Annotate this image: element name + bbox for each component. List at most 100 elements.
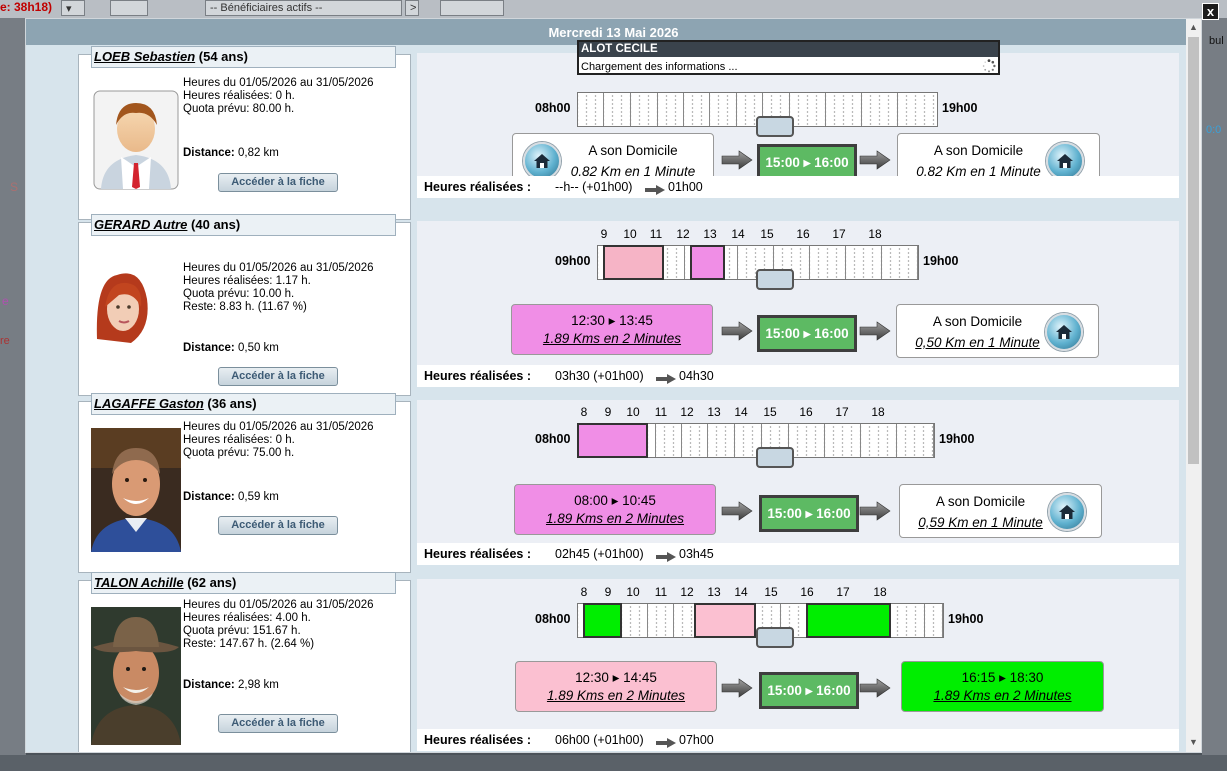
- before-appointment[interactable]: 12:30 ▸ 14:45 1.89 Kms en 2 Minutes: [515, 661, 717, 712]
- hour-label: 8: [580, 405, 588, 419]
- current-appointment[interactable]: 15:00 ▸ 16:00: [759, 672, 859, 709]
- beneficiary-hours-info: Heures du 01/05/2026 au 31/05/2026 Heures…: [183, 599, 374, 651]
- avatar-placeholder-icon: [91, 89, 181, 191]
- hour-label: 15: [760, 227, 774, 241]
- home-icon: [1046, 142, 1084, 180]
- timeline-slot: [862, 93, 898, 126]
- hour-label: 9: [604, 585, 612, 599]
- current-appointment[interactable]: 15:00 ▸ 16:00: [757, 315, 857, 352]
- timeline-drag-handle[interactable]: [756, 627, 794, 648]
- realized-hours-footer: Heures réalisées : --h-- (+01h00) 01h00: [417, 176, 1179, 198]
- timeline-drag-handle[interactable]: [756, 447, 794, 468]
- location-line1: 12:30 ▸ 13:45: [571, 313, 653, 328]
- location-line2[interactable]: 1.89 Kms en 2 Minutes: [515, 511, 715, 526]
- info-quota: Quota prévu: 10.00 h.: [183, 288, 295, 300]
- realized-hours-footer: Heures réalisées : 02h45 (+01h00) 03h45: [417, 543, 1179, 565]
- timeline-drag-handle[interactable]: [756, 269, 794, 290]
- planning-row: 09h00 19h00 9 10 11 12 13 14 15 16 17 18 12:30 ▸ 13:…: [417, 221, 1179, 387]
- distance-value: 0,50 km: [237, 342, 279, 354]
- beneficiary-title: TALON Achille (62 ans): [91, 572, 396, 594]
- realized-hours-result: 01h00: [668, 180, 703, 194]
- background-input-2[interactable]: [440, 0, 504, 16]
- planning-row: 08h00 19h00 8 9 10 11 12 13 14 15 16 17 18 08:00 ▸ 10…: [417, 400, 1179, 565]
- timeline-slot: [889, 604, 925, 637]
- hour-label: 12: [680, 585, 694, 599]
- location-line2[interactable]: 1.89 Kms en 2 Minutes: [902, 688, 1103, 703]
- realized-hours-footer: Heures réalisées : 06h00 (+01h00) 07h00: [417, 729, 1179, 751]
- timeline-slot: [578, 93, 604, 126]
- timeline-slot: [622, 604, 648, 637]
- hour-label: 13: [707, 405, 721, 419]
- hour-label: 10: [623, 227, 637, 241]
- arrow-right-icon: [859, 677, 891, 699]
- beneficiary-age: (36 ans): [207, 396, 257, 411]
- timeline-slot: [790, 93, 826, 126]
- beneficiary-distance: Distance: 0,59 km: [183, 491, 279, 503]
- info-realized: Heures réalisées: 0 h.: [183, 90, 295, 102]
- modal-scrollbar[interactable]: ▲ ▼: [1186, 19, 1201, 752]
- timeline-drag-handle[interactable]: [756, 116, 794, 137]
- scroll-up-icon[interactable]: ▲: [1186, 22, 1201, 34]
- beneficiary-filter-select[interactable]: -- Bénéficiaires actifs --: [205, 0, 402, 16]
- open-file-button[interactable]: Accéder à la fiche: [218, 173, 338, 192]
- before-appointment[interactable]: 08:00 ▸ 10:45 1.89 Kms en 2 Minutes: [514, 484, 716, 535]
- realized-hours-value: 02h45 (+01h00): [555, 547, 644, 561]
- after-home-location[interactable]: A son Domicile 0,50 Km en 1 Minute: [896, 304, 1099, 358]
- distance-label: Distance:: [183, 147, 235, 159]
- after-appointment[interactable]: 16:15 ▸ 18:30 1.89 Kms en 2 Minutes: [901, 661, 1104, 712]
- arrow-right-icon: [721, 500, 753, 522]
- timeline-slot: [682, 424, 708, 457]
- info-quota: Quota prévu: 75.00 h.: [183, 447, 295, 459]
- timeline-slot: [631, 93, 658, 126]
- beneficiary-distance: Distance: 2,98 km: [183, 679, 279, 691]
- beneficiary-name[interactable]: LAGAFFE Gaston: [94, 396, 204, 411]
- arrow-right-icon: [644, 181, 666, 195]
- background-input[interactable]: [110, 0, 148, 16]
- realized-hours-label: Heures réalisées :: [424, 547, 532, 561]
- timeline-slot: [897, 424, 934, 457]
- beneficiary-name[interactable]: LOEB Sebastien: [94, 49, 195, 64]
- background-next-button[interactable]: >: [405, 0, 419, 16]
- home-icon: [1048, 493, 1086, 531]
- timeline-occupied-segment: [577, 423, 648, 458]
- background-fragment: e: 38h18): [0, 0, 53, 14]
- location-line2[interactable]: 1.89 Kms en 2 Minutes: [516, 688, 716, 703]
- hour-label: 16: [796, 227, 810, 241]
- timeline-occupied-segment: [806, 603, 891, 638]
- popup-title: ALOT CECILE: [579, 42, 998, 57]
- timeline-occupied-segment: [694, 603, 756, 638]
- hour-label: 9: [604, 405, 612, 419]
- background-left-strip: [0, 18, 26, 771]
- timeline-start: 08h00: [535, 612, 571, 626]
- background-dropdown[interactable]: ▾: [61, 0, 85, 16]
- arrow-right-icon: [721, 677, 753, 699]
- location-line2[interactable]: 1.89 Kms en 2 Minutes: [512, 331, 712, 346]
- hour-label: 11: [654, 405, 668, 419]
- timeline-slot: [604, 93, 631, 126]
- beneficiary-name[interactable]: TALON Achille: [94, 575, 184, 590]
- timeline-slot: [658, 93, 684, 126]
- background-fragment-left-b: e: [2, 294, 9, 308]
- beneficiary-card: LAGAFFE Gaston (36 ans) Heures du 01/05/2…: [78, 393, 411, 573]
- open-file-button[interactable]: Accéder à la fiche: [218, 367, 338, 386]
- current-appointment[interactable]: 15:00 ▸ 16:00: [759, 495, 859, 532]
- scroll-thumb[interactable]: [1188, 37, 1199, 464]
- timeline-slot: [846, 246, 882, 279]
- close-icon[interactable]: x: [1202, 3, 1219, 20]
- after-home-location[interactable]: A son Domicile 0,59 Km en 1 Minute: [899, 484, 1102, 538]
- beneficiary-hours-info: Heures du 01/05/2026 au 31/05/2026 Heures…: [183, 77, 374, 116]
- beneficiary-name[interactable]: GERARD Autre: [94, 217, 187, 232]
- timeline-end: 19h00: [948, 612, 984, 626]
- home-icon: [523, 142, 561, 180]
- beneficiary-card: TALON Achille (62 ans) Heures du 01/05/20…: [78, 572, 411, 752]
- before-appointment[interactable]: 12:30 ▸ 13:45 1.89 Kms en 2 Minutes: [511, 304, 713, 355]
- info-realized: Heures réalisées: 1.17 h.: [183, 275, 311, 287]
- info-rest: Reste: 8.83 h. (11.67 %): [183, 301, 307, 313]
- open-file-button[interactable]: Accéder à la fiche: [218, 714, 338, 733]
- open-file-button[interactable]: Accéder à la fiche: [218, 516, 338, 535]
- realized-hours-label: Heures réalisées :: [424, 369, 532, 383]
- distance-label: Distance:: [183, 679, 235, 691]
- scroll-down-icon[interactable]: ▼: [1186, 737, 1201, 749]
- hour-label: 18: [873, 585, 887, 599]
- beneficiary-age: (40 ans): [191, 217, 241, 232]
